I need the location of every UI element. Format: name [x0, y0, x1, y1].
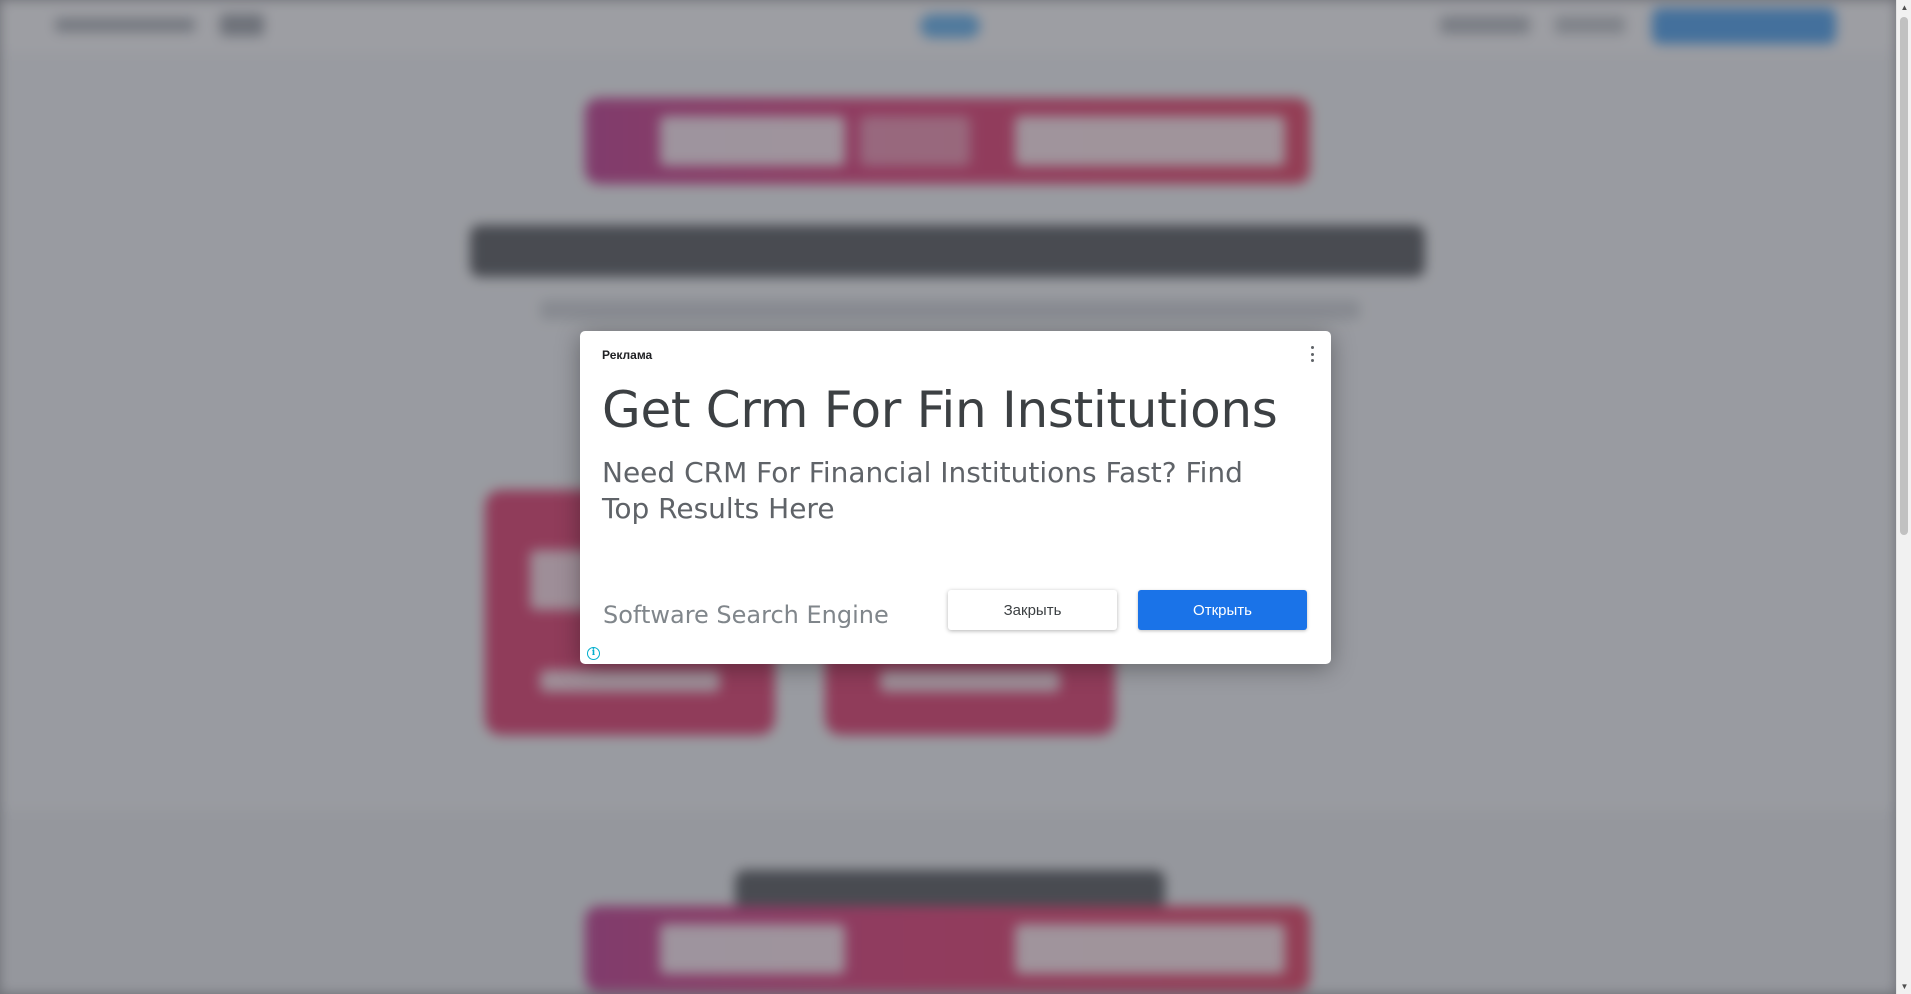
scroll-up-arrow-icon[interactable]: ▲	[1897, 0, 1911, 15]
ad-description[interactable]: Need CRM For Financial Institutions Fast…	[602, 455, 1282, 527]
close-button[interactable]: Закрыть	[948, 590, 1117, 630]
ad-title[interactable]: Get Crm For Fin Institutions	[602, 381, 1278, 439]
page-scrollbar[interactable]: ▲ ▼	[1896, 0, 1911, 994]
ad-advertiser[interactable]: Software Search Engine	[603, 601, 889, 629]
scroll-thumb[interactable]	[1900, 17, 1908, 535]
ad-label: Реклама	[602, 348, 653, 362]
info-icon[interactable]: i	[587, 647, 600, 660]
more-vert-icon[interactable]	[1305, 344, 1319, 364]
scroll-down-arrow-icon[interactable]: ▼	[1897, 979, 1911, 994]
ad-dialog: Реклама Get Crm For Fin Institutions Nee…	[580, 331, 1331, 664]
open-button[interactable]: Открыть	[1138, 590, 1307, 630]
